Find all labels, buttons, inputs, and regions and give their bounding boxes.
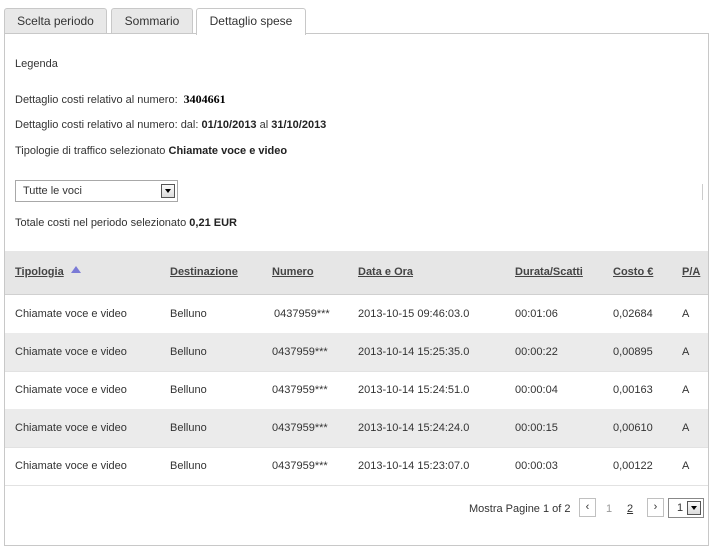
cell-costo: 0,00610 [613, 422, 653, 434]
chevron-down-icon[interactable] [161, 184, 175, 198]
details-panel: Legenda Dettaglio costi relativo al nume… [4, 33, 709, 546]
number-prefix: Dettaglio costi relativo al numero: [15, 94, 178, 106]
cell-pa: A [682, 384, 690, 396]
col-costo[interactable]: Costo € [613, 266, 653, 278]
cell-numero: 0437959*** [272, 460, 328, 472]
cell-durata: 00:00:22 [515, 346, 558, 358]
legend-label: Legenda [15, 58, 58, 70]
page-select[interactable]: 1 [668, 498, 704, 518]
cell-costo: 0,00163 [613, 384, 653, 396]
page-link-1[interactable]: 1 [606, 503, 612, 515]
cell-numero: 0437959*** [274, 308, 330, 320]
table-row: Chiamate voce e video Belluno 0437959***… [5, 295, 708, 334]
cell-data-ora: 2013-10-14 15:24:51.0 [358, 384, 470, 396]
tab-dettaglio-spese[interactable]: Dettaglio spese [196, 8, 306, 35]
cell-data-ora: 2013-10-14 15:24:24.0 [358, 422, 470, 434]
cell-data-ora: 2013-10-15 09:46:03.0 [358, 308, 470, 320]
page-select-value: 1 [677, 502, 684, 514]
number-value: 3404661 [183, 92, 226, 106]
cell-costo: 0,02684 [613, 308, 653, 320]
page-link-2[interactable]: 2 [627, 503, 633, 515]
next-page-button[interactable]: › [647, 498, 664, 517]
total-prefix: Totale costi nel periodo selezionato [15, 217, 187, 229]
prev-page-button[interactable]: ‹ [579, 498, 596, 517]
cell-durata: 00:01:06 [515, 308, 558, 320]
traffic-value: Chiamate voce e video [168, 145, 288, 157]
table-row: Chiamate voce e video Belluno 0437959***… [5, 409, 708, 448]
col-numero[interactable]: Numero [272, 266, 314, 278]
cell-data-ora: 2013-10-14 15:25:35.0 [358, 346, 470, 358]
cell-costo: 0,00122 [613, 460, 653, 472]
cell-pa: A [682, 308, 690, 320]
cell-destinazione: Belluno [170, 460, 207, 472]
col-tipologia[interactable]: Tipologia [15, 266, 81, 278]
table-row: Chiamate voce e video Belluno 0437959***… [5, 447, 708, 486]
cell-numero: 0437959*** [272, 346, 328, 358]
col-pa[interactable]: P/A [682, 266, 700, 278]
filter-select-value: Tutte le voci [23, 185, 82, 197]
filter-select[interactable]: Tutte le voci [15, 180, 178, 202]
traffic-line: Tipologie di traffico selezionato Chiama… [15, 145, 287, 157]
chevron-down-icon[interactable] [687, 501, 701, 515]
period-to: 31/10/2013 [271, 119, 327, 131]
cell-numero: 0437959*** [272, 384, 328, 396]
cell-pa: A [682, 460, 690, 472]
tab-sommario[interactable]: Sommario [111, 8, 193, 33]
total-value: 0,21 EUR [189, 217, 237, 229]
number-line: Dettaglio costi relativo al numero: 34046… [15, 92, 226, 107]
cell-destinazione: Belluno [170, 422, 207, 434]
period-from: 01/10/2013 [201, 119, 257, 131]
cell-destinazione: Belluno [170, 346, 207, 358]
table-row: Chiamate voce e video Belluno 0437959***… [5, 333, 708, 372]
cell-costo: 0,00895 [613, 346, 653, 358]
cell-destinazione: Belluno [170, 384, 207, 396]
pager-label: Mostra Pagine 1 of 2 [469, 503, 571, 515]
cell-pa: A [682, 422, 690, 434]
total-line: Totale costi nel periodo selezionato 0,2… [15, 217, 237, 229]
col-data-ora[interactable]: Data e Ora [358, 266, 413, 278]
cell-tipologia: Chiamate voce e video [15, 346, 127, 358]
cell-destinazione: Belluno [170, 308, 207, 320]
sort-ascending-icon [70, 266, 81, 273]
cell-tipologia: Chiamate voce e video [15, 422, 127, 434]
period-mid: al [259, 119, 269, 131]
col-destinazione[interactable]: Destinazione [170, 266, 238, 278]
cell-durata: 00:00:03 [515, 460, 558, 472]
cell-pa: A [682, 346, 690, 358]
cell-durata: 00:00:15 [515, 422, 558, 434]
tab-scelta-periodo[interactable]: Scelta periodo [4, 8, 107, 33]
col-tipologia-label: Tipologia [15, 266, 64, 278]
cell-tipologia: Chiamate voce e video [15, 384, 127, 396]
table-row: Chiamate voce e video Belluno 0437959***… [5, 371, 708, 410]
col-durata[interactable]: Durata/Scatti [515, 266, 583, 278]
cell-durata: 00:00:04 [515, 384, 558, 396]
scroll-edge [702, 184, 707, 200]
traffic-prefix: Tipologie di traffico selezionato [15, 145, 166, 157]
cell-data-ora: 2013-10-14 15:23:07.0 [358, 460, 470, 472]
cell-numero: 0437959*** [272, 422, 328, 434]
cell-tipologia: Chiamate voce e video [15, 460, 127, 472]
period-prefix: Dettaglio costi relativo al numero: dal: [15, 119, 199, 131]
table-header: Tipologia Destinazione Numero Data e Ora… [5, 251, 708, 295]
period-line: Dettaglio costi relativo al numero: dal:… [15, 119, 326, 131]
cell-tipologia: Chiamate voce e video [15, 308, 127, 320]
